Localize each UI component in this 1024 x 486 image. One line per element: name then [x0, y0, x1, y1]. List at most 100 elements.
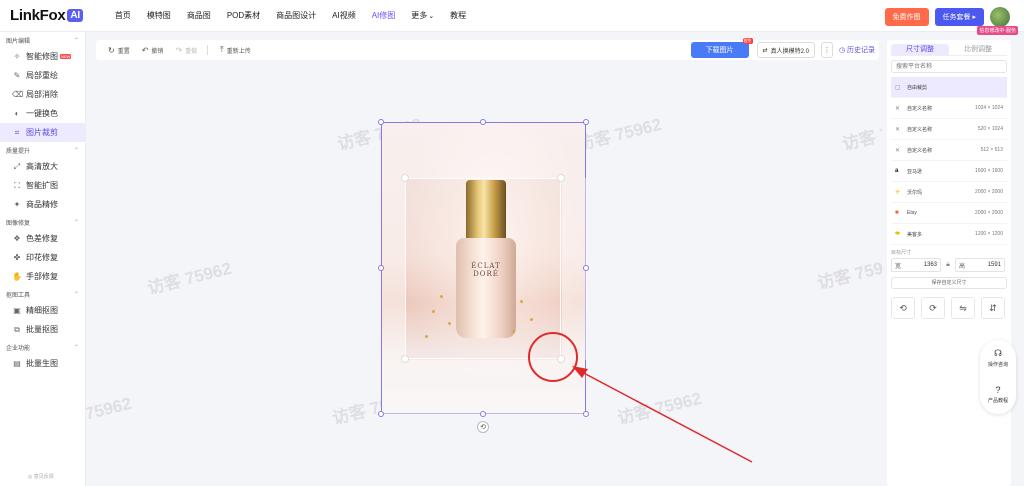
rotate-icon[interactable]: ⟲: [477, 421, 489, 433]
watermark: 访客 75962: [615, 388, 704, 429]
inner-handle-br[interactable]: [557, 355, 565, 363]
lock-icon[interactable]: 🔒︎: [945, 261, 951, 269]
toolbar-divider: [207, 45, 209, 55]
redo-button[interactable]: ↷ 重做: [175, 46, 197, 55]
logo[interactable]: LinkFox AI: [10, 7, 83, 24]
preset-custom-3[interactable]: ✕ 自定义名称 512 × 512: [891, 140, 1007, 161]
nav-home[interactable]: 首页: [107, 10, 139, 21]
sidebar-item-color-fix[interactable]: ❖ 色差修复: [0, 229, 85, 248]
crop-handle-br[interactable]: [583, 411, 589, 417]
sidebar-item-inpaint[interactable]: ✎ 局部重绘: [0, 66, 85, 85]
crop-handle-ml[interactable]: [378, 265, 384, 271]
sidebar-section-enterprise[interactable]: 企业功能 ⌃: [0, 339, 85, 354]
sidebar-item-erase[interactable]: ⌫ 局部消除: [0, 85, 85, 104]
sidebar-item-label: 手部修复: [26, 272, 58, 281]
print-fix-icon: ✤: [13, 253, 21, 262]
reset-button[interactable]: ↻ 重置: [108, 46, 130, 55]
nav-design[interactable]: 商品图设计: [268, 10, 324, 21]
nav-product[interactable]: 商品图: [179, 10, 219, 21]
sidebar-item-upscale[interactable]: ⤢ 高清放大: [0, 157, 85, 176]
undo-button[interactable]: ↶ 撤销: [142, 46, 164, 55]
sidebar-item-batch-image[interactable]: ▤ 批量生图: [0, 354, 85, 373]
free-create-button[interactable]: 免费作图: [884, 8, 929, 26]
section-title: 抠图工具: [6, 293, 31, 299]
inner-handle-tr[interactable]: [557, 174, 565, 182]
flip-vertical-icon[interactable]: ⇵: [981, 297, 1005, 319]
rotate-right-icon[interactable]: ⟳: [921, 297, 945, 319]
crop-handle-mr[interactable]: [583, 265, 589, 271]
inner-handle-tl[interactable]: [401, 174, 409, 182]
custom-icon: ✕: [895, 147, 901, 154]
watermark: 访客 75962: [575, 114, 664, 155]
sidebar-item-print-fix[interactable]: ✤ 印花修复: [0, 248, 85, 267]
preset-free-crop[interactable]: ▢ 自由裁剪: [891, 77, 1007, 98]
crop-handle-bc[interactable]: [480, 411, 486, 417]
crop-handle-tc[interactable]: [480, 119, 486, 125]
preset-amazon[interactable]: a 亚马逊 1600 × 1600: [891, 161, 1007, 182]
sparkle-icon: ✧: [13, 52, 21, 61]
consult-button[interactable]: ☊ 操作咨询: [980, 340, 1016, 376]
reupload-button[interactable]: ⤒ 重新上传: [220, 45, 251, 55]
flip-horizontal-icon[interactable]: ⇋: [951, 297, 975, 319]
nav-model[interactable]: 模特图: [139, 10, 179, 21]
eraser-icon: ⌫: [12, 90, 24, 99]
nav-more[interactable]: 更多⌄: [403, 10, 442, 21]
reset-label: 重置: [117, 48, 130, 55]
tutorial-button[interactable]: ? 产品教程: [980, 376, 1016, 412]
hand-icon: ✋: [12, 272, 22, 281]
history-button[interactable]: ◷ 历史记录: [839, 45, 875, 55]
section-title: 企业功能: [6, 346, 31, 352]
consult-label: 操作咨询: [987, 362, 1008, 368]
sidebar-item-fine-cutout[interactable]: ▣ 精细抠图: [0, 301, 85, 320]
tab-size-adjust[interactable]: 尺寸调整: [891, 44, 949, 56]
avatar[interactable]: [990, 7, 1010, 27]
sidebar-item-retouch[interactable]: ✦ 商品精修: [0, 195, 85, 214]
sidebar-item-hand-fix[interactable]: ✋ 手部修复: [0, 267, 85, 286]
inner-handle-bl[interactable]: [401, 355, 409, 363]
redo-icon: ↷: [175, 45, 183, 55]
sidebar-item-label: 局部重绘: [26, 71, 58, 80]
clock-icon: ◷: [838, 47, 847, 54]
preset-custom-1[interactable]: ✕ 自定义名称 1024 × 1024: [891, 98, 1007, 119]
crop-handle-bl[interactable]: [378, 411, 384, 417]
feedback-link[interactable]: ◎ 意见反馈: [28, 473, 54, 480]
sidebar-item-label: 智能修图: [26, 52, 58, 61]
chevron-down-icon: ⌄: [428, 13, 435, 20]
preset-walmart[interactable]: ✳ 沃尔玛 2000 × 2000: [891, 182, 1007, 203]
nav-ai-retouch[interactable]: AI修图: [364, 10, 404, 21]
save-custom-size-button[interactable]: 保存自定义尺寸: [891, 277, 1007, 289]
sidebar-item-expand[interactable]: ⛶ 智能扩图: [0, 176, 85, 195]
upload-icon: ⤒: [220, 45, 224, 54]
sidebar-item-recolor[interactable]: ◐ 一键换色: [0, 104, 85, 123]
nav-tutorial[interactable]: 教程: [442, 10, 474, 21]
preset-custom-2[interactable]: ✕ 自定义名称 520 × 1024: [891, 119, 1007, 140]
bottle-cap: [466, 180, 506, 240]
reupload-label: 重新上传: [226, 48, 251, 55]
help-float: ☊ 操作咨询 ? 产品教程: [980, 340, 1016, 414]
preset-etsy[interactable]: ■ Etsy 2000 × 2000: [891, 203, 1007, 224]
tab-ratio-adjust[interactable]: 比例调整: [949, 44, 1007, 56]
preset-size: 520 × 1024: [977, 126, 1003, 132]
sidebar-section-cutout[interactable]: 抠图工具 ⌃: [0, 286, 85, 301]
sidebar-item-smart-retouch[interactable]: ✧ 智能修图 NEW: [0, 47, 85, 66]
more-icon[interactable]: ⋮: [820, 42, 833, 58]
platform-search-input[interactable]: [891, 60, 1007, 73]
sidebar-section-repair[interactable]: 图像修复 ⌃: [0, 214, 85, 229]
package-button[interactable]: 任务套餐 ▸: [934, 8, 984, 26]
sidebar-section-edit[interactable]: 图片编辑 ⌃: [0, 32, 85, 47]
sidebar-item-crop[interactable]: ⌗ 图片裁剪: [0, 123, 85, 142]
rotate-left-icon[interactable]: ⟲: [891, 297, 915, 319]
nav-ai-video[interactable]: AI视频: [324, 10, 364, 21]
preset-mercado[interactable]: ⬬ 美客多 1200 × 1200: [891, 224, 1007, 245]
height-field[interactable]: 高 1591: [955, 258, 1005, 272]
sidebar-item-batch-cutout[interactable]: ⧉ 批量抠图: [0, 320, 85, 339]
sidebar-section-quality[interactable]: 质量提升 ⌃: [0, 142, 85, 157]
crop-handle-tl[interactable]: [378, 119, 384, 125]
sidebar-item-label: 一键换色: [26, 109, 58, 118]
walmart-icon: ✳: [895, 189, 901, 196]
model-swap-button[interactable]: ⇄ 真人换模特2.0: [756, 42, 815, 58]
nav-pod[interactable]: POD素材: [219, 10, 268, 21]
crop-handle-tr[interactable]: [583, 119, 589, 125]
width-field[interactable]: 宽 1363: [891, 258, 941, 272]
download-button[interactable]: 下载图片 限免: [690, 38, 753, 58]
